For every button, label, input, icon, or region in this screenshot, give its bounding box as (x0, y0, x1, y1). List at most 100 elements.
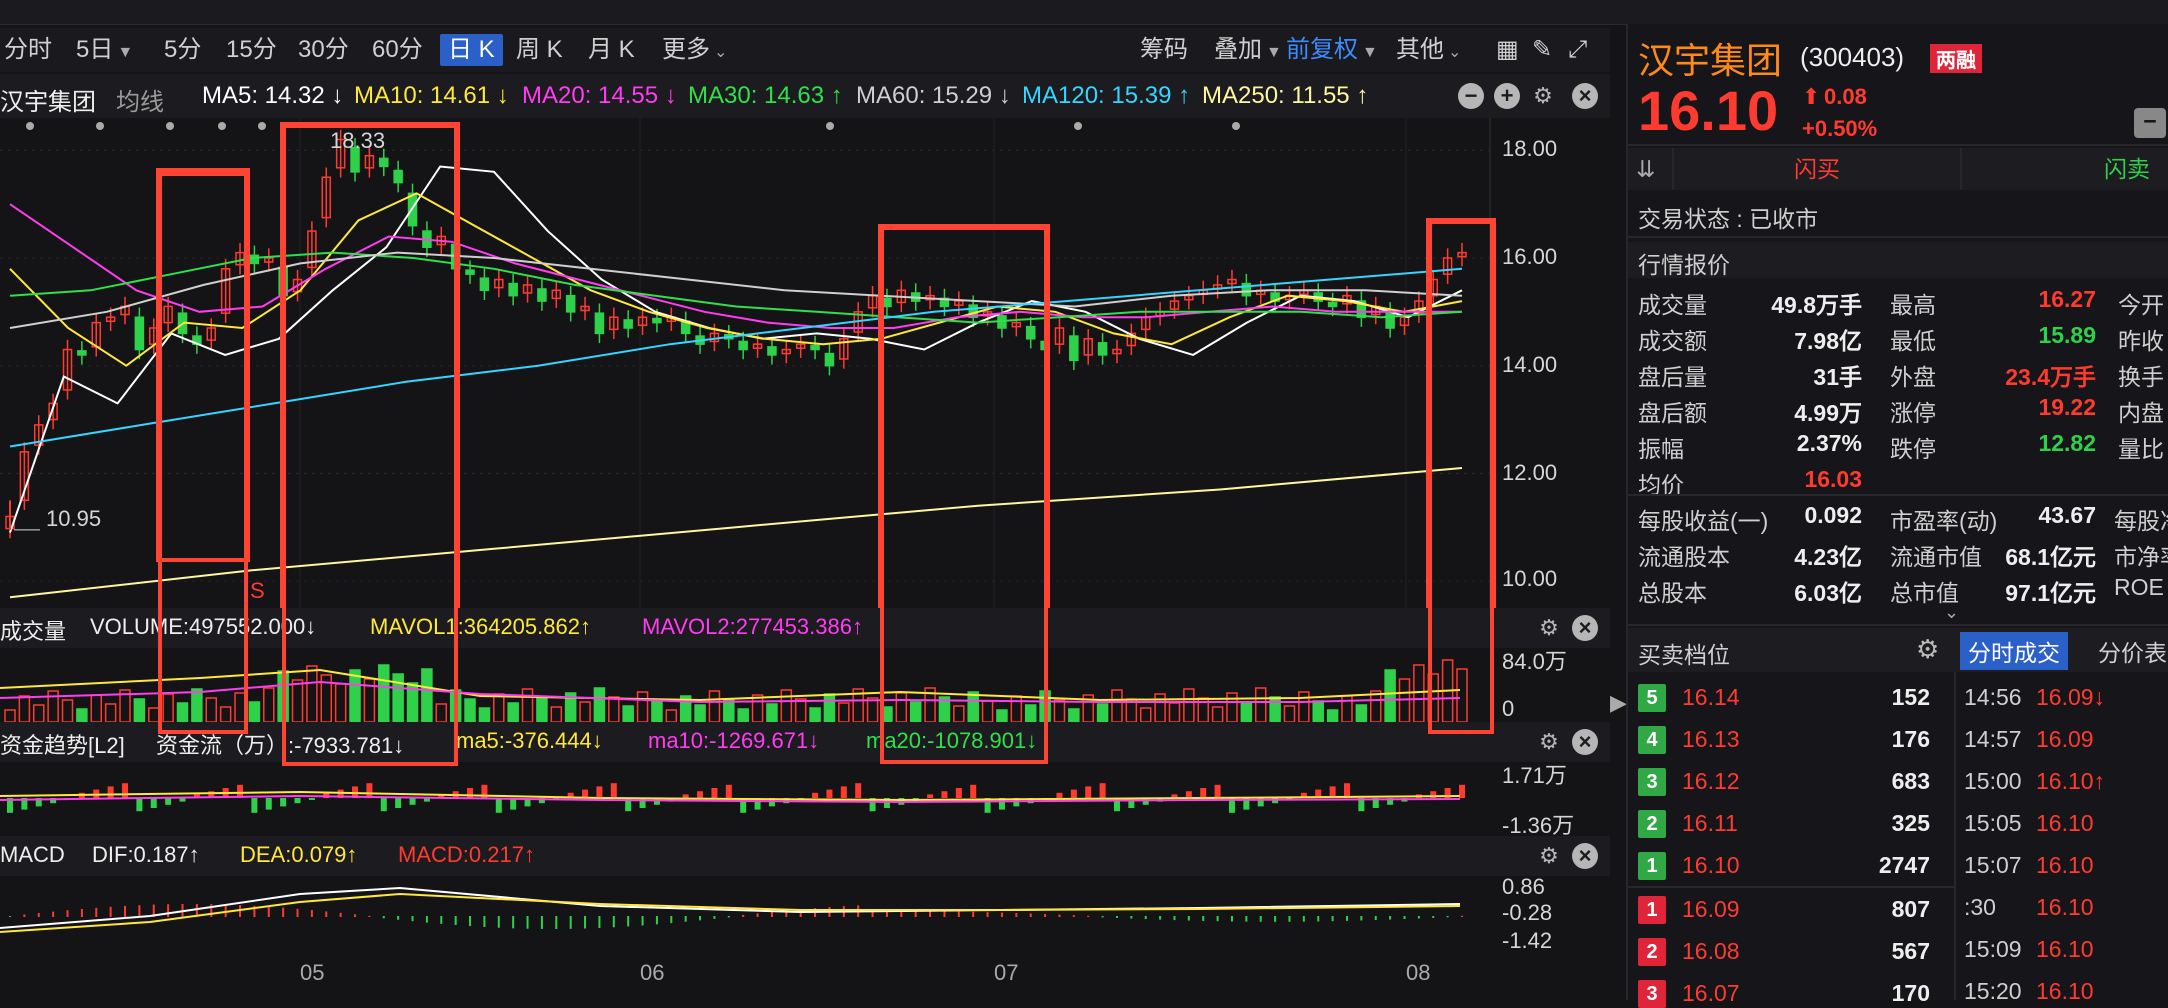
more-menu[interactable]: 更多 ⌄ (662, 34, 727, 66)
volume-bar (234, 692, 246, 723)
fund-bar (366, 783, 373, 798)
macd-axis-mid: -0.28 (1502, 900, 1553, 925)
price-tick-16: 16.00 (1502, 244, 1558, 269)
gear-icon[interactable]: ⚙ (1916, 634, 1939, 665)
ma20-label: MA20: 14.55 ↓ (522, 82, 677, 109)
volume-bar (651, 700, 663, 723)
fund-bar (927, 794, 934, 798)
quote-value: 19.22 (2038, 394, 2096, 420)
volume-bar (4, 709, 16, 723)
price-tick-14: 14.00 (1502, 352, 1558, 377)
gear-icon[interactable]: ⚙ (1530, 83, 1556, 109)
tab-5min[interactable]: 5分 (164, 34, 201, 66)
adjust-menu[interactable]: 前复权 ▼ (1286, 34, 1378, 66)
macd-bar (598, 916, 601, 928)
volume-bar (895, 692, 908, 723)
close-icon[interactable]: × (1572, 729, 1598, 755)
gear-icon[interactable]: ⚙ (1536, 729, 1562, 755)
macd-bar (1317, 916, 1320, 922)
ma-mode-select[interactable]: 均线 (116, 82, 164, 117)
overlay-menu[interactable]: 叠加 ▼ (1214, 34, 1282, 66)
volume-title[interactable]: 成交量 (0, 614, 66, 646)
volume-bar (263, 687, 275, 723)
macd-bar (1000, 912, 1003, 917)
tick-time: 15:20 (1964, 978, 2022, 1004)
tab-price-table[interactable]: 分价表 (2098, 634, 2167, 668)
fund-bar (711, 788, 718, 798)
macd-bar (612, 916, 615, 928)
other-menu[interactable]: 其他 ⌄ (1396, 34, 1461, 66)
collapse-button[interactable]: − (2134, 108, 2166, 138)
level-badge: 3 (1638, 980, 1666, 1008)
fundamental-label: 每股收益(一) (1638, 508, 1769, 534)
fund-title[interactable]: 资金趋势[L2] (0, 728, 125, 760)
volume-bar (205, 697, 218, 723)
tab-weekly-k[interactable]: 周 K (516, 34, 563, 66)
close-icon[interactable]: × (1572, 615, 1598, 641)
volume-bar (981, 700, 994, 723)
tick-price: 16.10↑ (2036, 768, 2106, 794)
chevron-down-icon: ▼ (1266, 44, 1282, 61)
tab-time-sales[interactable]: 分时成交 (1960, 632, 2068, 670)
level-badge: 4 (1638, 726, 1666, 754)
fullscreen-icon[interactable]: ⤢ (1568, 34, 1587, 66)
tab-daily-k[interactable]: 日 K (440, 34, 503, 66)
quote-label: 成交额 (1638, 328, 1707, 354)
candle-body (508, 282, 518, 297)
highlight-box (1426, 218, 1496, 608)
tab-15min[interactable]: 15分 (226, 34, 277, 66)
candle-body (824, 352, 835, 367)
macd-bar (900, 911, 903, 917)
flash-buy-button[interactable]: 闪买 (1672, 148, 1962, 190)
close-icon[interactable]: × (1572, 843, 1598, 869)
tick-price: 16.10 (2036, 978, 2094, 1004)
fund-ma20-value: ma20:-1078.901↓ (866, 728, 1038, 753)
candle-body (379, 157, 389, 168)
candle-body (77, 350, 87, 356)
tab-60min[interactable]: 60分 (372, 34, 423, 66)
tab-intraday[interactable]: 分时 (4, 34, 52, 66)
volume-bar (723, 699, 735, 723)
macd-title[interactable]: MACD (0, 842, 65, 868)
double-chevron-down-icon[interactable]: ⇊ (1636, 156, 1655, 183)
macd-bar (1331, 916, 1334, 922)
more-menu-label: 更多 (662, 36, 710, 63)
macd-bar (425, 916, 428, 923)
ma30-label: MA30: 14.63 ↑ (688, 82, 843, 109)
tab-monthly-k[interactable]: 月 K (588, 34, 635, 66)
macd-bar (66, 910, 69, 917)
macd-bar (655, 916, 658, 925)
chevron-down-icon: ▼ (117, 44, 134, 61)
macd-bar (354, 914, 357, 917)
tab-30min[interactable]: 30分 (298, 34, 349, 66)
expand-chevron-icon[interactable]: ⌄ (1944, 602, 1959, 623)
level-badge: 2 (1638, 810, 1666, 838)
tick-time: 14:56 (1964, 684, 2022, 710)
level-badge: 3 (1638, 768, 1666, 796)
candle-body (594, 312, 605, 335)
gear-icon[interactable]: ⚙ (1536, 615, 1562, 641)
chips-button[interactable]: 筹码 (1140, 34, 1188, 66)
brush-icon[interactable]: ✎ (1532, 34, 1552, 66)
close-icon[interactable]: × (1572, 83, 1598, 109)
macd-bar (986, 912, 989, 917)
fund-bar (265, 798, 272, 810)
flash-sell-button[interactable]: 闪卖 (1958, 148, 2168, 190)
kline-chart[interactable] (0, 118, 1610, 608)
macd-bar (914, 911, 917, 917)
plus-icon[interactable]: + (1494, 83, 1520, 109)
volume-bar (334, 683, 347, 723)
tick-time: 15:09 (1964, 936, 2022, 962)
tab-5day[interactable]: 5日 ▼ (76, 34, 133, 66)
volume-bar (148, 707, 160, 723)
collapse-panel-arrow[interactable]: ▶ (1610, 690, 1627, 716)
candle-body (249, 254, 260, 265)
price-tick-18: 18.00 (1502, 136, 1558, 161)
volume-bar (1254, 687, 1267, 723)
tick-time: :30 (1964, 894, 1996, 920)
volume-bar (1240, 701, 1253, 723)
grid-layout-icon[interactable]: ▦ (1496, 34, 1519, 66)
volume-bar (1211, 706, 1224, 723)
minus-icon[interactable]: − (1458, 83, 1484, 109)
gear-icon[interactable]: ⚙ (1536, 843, 1562, 869)
